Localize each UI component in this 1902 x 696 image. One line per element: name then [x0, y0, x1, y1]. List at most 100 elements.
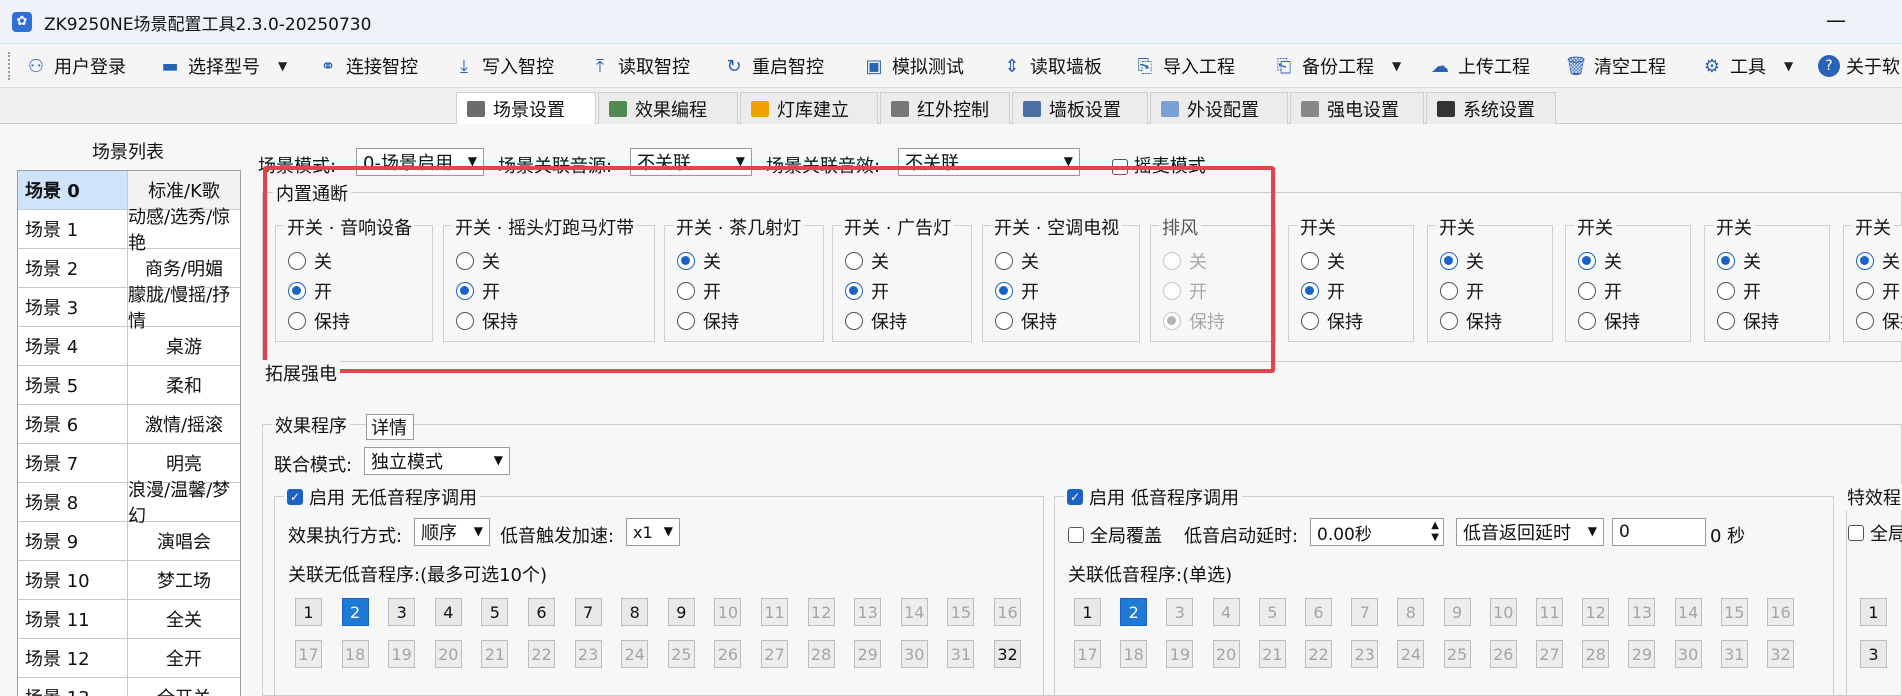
toolbar-upload-button[interactable]: ⤒ 读取智控: [588, 52, 690, 80]
program-button-14[interactable]: 14: [900, 598, 928, 626]
detail-button[interactable]: 详情: [366, 414, 414, 440]
relay-option-hold[interactable]: 保持: [1717, 308, 1779, 334]
special-program-button[interactable]: 1: [1860, 598, 1887, 626]
tab-power[interactable]: 强电设置: [1290, 92, 1424, 124]
relay-option-hold[interactable]: 保持: [1856, 308, 1902, 334]
tab-device[interactable]: 外设配置: [1150, 92, 1288, 124]
tab-lamp[interactable]: 灯库建立: [740, 92, 878, 124]
toolbar-import-button[interactable]: ⎘ 导入工程: [1133, 52, 1235, 80]
relay-option-off[interactable]: 关: [1856, 248, 1900, 274]
toolbar-cloud-upload-button[interactable]: ☁ 上传工程: [1428, 52, 1530, 80]
program-button-7[interactable]: 7: [574, 598, 602, 626]
no-bass-enable-check[interactable]: ✓: [287, 489, 303, 505]
program-button-16[interactable]: 16: [1767, 598, 1794, 626]
tab-scene[interactable]: 场景设置: [456, 92, 596, 125]
program-button-31[interactable]: 31: [1720, 640, 1748, 668]
program-button-32[interactable]: 32: [1767, 640, 1794, 668]
program-button-25[interactable]: 25: [667, 640, 695, 668]
radio-button[interactable]: [1301, 252, 1319, 270]
tab-panel[interactable]: 墙板设置: [1012, 92, 1148, 124]
combine-mode-select[interactable]: 独立模式 ▼: [364, 447, 510, 475]
toolbar-tools-button[interactable]: ⚙ 工具 ▼: [1700, 52, 1793, 80]
scene-row[interactable]: 场景 9 演唱会: [18, 522, 240, 561]
program-button-26[interactable]: 26: [1489, 640, 1517, 668]
program-button-7[interactable]: 7: [1351, 598, 1379, 626]
bass-accel-select[interactable]: x1 ▼: [626, 518, 680, 546]
program-button-26[interactable]: 26: [714, 640, 742, 668]
program-button-5[interactable]: 5: [481, 598, 509, 626]
scene-row[interactable]: 场景 12 全开: [18, 639, 240, 678]
radio-button[interactable]: [1440, 282, 1458, 300]
program-button-20[interactable]: 20: [1212, 640, 1240, 668]
toolbar-link-button[interactable]: ⚭ 连接智控: [316, 52, 418, 80]
program-button-10[interactable]: 10: [1489, 598, 1517, 626]
radio-button[interactable]: [1578, 312, 1596, 330]
toolbar-model-button[interactable]: ▬ 选择型号 ▼: [158, 52, 287, 80]
bass-delay-spinner[interactable]: 0.00秒 ▲ ▼: [1310, 518, 1444, 546]
toolbar-trash-button[interactable]: 🗑 清空工程: [1564, 52, 1666, 80]
relay-option-on[interactable]: 开: [1578, 278, 1622, 304]
radio-button[interactable]: [1301, 282, 1319, 300]
scene-row[interactable]: 场景 6 激情/摇滚: [18, 405, 240, 444]
program-button-28[interactable]: 28: [807, 640, 835, 668]
tab-ir[interactable]: 红外控制: [880, 92, 1010, 124]
global-override-check[interactable]: [1068, 527, 1084, 543]
program-button-1[interactable]: 1: [295, 598, 322, 626]
program-button-1[interactable]: 1: [1074, 598, 1101, 626]
scene-row[interactable]: 场景 10 梦工场: [18, 561, 240, 600]
program-button-9[interactable]: 9: [667, 598, 695, 626]
program-button-31[interactable]: 31: [947, 640, 975, 668]
tab-effect[interactable]: 效果编程: [598, 92, 738, 124]
program-button-4[interactable]: 4: [1212, 598, 1240, 626]
program-button-30[interactable]: 30: [1674, 640, 1702, 668]
program-button-21[interactable]: 21: [481, 640, 509, 668]
program-button-11[interactable]: 11: [761, 598, 788, 626]
radio-button[interactable]: [1717, 282, 1735, 300]
relay-option-off[interactable]: 关: [1717, 248, 1761, 274]
program-button-30[interactable]: 30: [900, 640, 928, 668]
program-button-27[interactable]: 27: [1536, 640, 1563, 668]
program-button-12[interactable]: 12: [807, 598, 835, 626]
scene-row[interactable]: 场景 8 浪漫/温馨/梦幻: [18, 480, 240, 527]
program-button-19[interactable]: 19: [388, 640, 416, 668]
program-button-8[interactable]: 8: [1397, 598, 1425, 626]
relay-option-hold[interactable]: 保持: [1578, 308, 1640, 334]
program-button-15[interactable]: 15: [947, 598, 975, 626]
exec-mode-select[interactable]: 顺序 ▼: [414, 518, 490, 546]
program-button-8[interactable]: 8: [621, 598, 649, 626]
relay-option-off[interactable]: 关: [1301, 248, 1345, 274]
program-button-13[interactable]: 13: [1628, 598, 1656, 626]
spinner-arrows-icon[interactable]: ▲ ▼: [1431, 520, 1439, 544]
scene-row[interactable]: 场景 4 桌游: [18, 327, 240, 366]
program-button-25[interactable]: 25: [1443, 640, 1471, 668]
program-button-6[interactable]: 6: [528, 598, 555, 626]
program-button-4[interactable]: 4: [434, 598, 462, 626]
program-button-3[interactable]: 3: [388, 598, 416, 626]
toolbar-backup-button[interactable]: ⎗ 备份工程 ▼: [1272, 52, 1401, 80]
program-button-15[interactable]: 15: [1720, 598, 1748, 626]
bass-return-input[interactable]: 0: [1612, 518, 1706, 546]
program-button-6[interactable]: 6: [1305, 598, 1332, 626]
chevron-down-icon[interactable]: ▼: [1392, 59, 1401, 73]
program-button-20[interactable]: 20: [434, 640, 462, 668]
tab-system[interactable]: 系统设置: [1426, 92, 1556, 124]
radio-button[interactable]: [1856, 312, 1874, 330]
program-button-3[interactable]: 3: [1166, 598, 1194, 626]
relay-option-off[interactable]: 关: [1440, 248, 1484, 274]
radio-button[interactable]: [1578, 282, 1596, 300]
bass-enable-check[interactable]: ✓: [1067, 489, 1083, 505]
special-program-button[interactable]: 3: [1860, 640, 1887, 668]
radio-button[interactable]: [1440, 252, 1458, 270]
program-button-10[interactable]: 10: [714, 598, 742, 626]
program-button-18[interactable]: 18: [1120, 640, 1148, 668]
relay-option-on[interactable]: 开: [1301, 278, 1345, 304]
program-button-27[interactable]: 27: [761, 640, 788, 668]
toolbar-user-button[interactable]: ⚇ 用户登录: [24, 52, 126, 80]
program-button-18[interactable]: 18: [341, 640, 369, 668]
program-button-16[interactable]: 16: [994, 598, 1021, 626]
program-button-17[interactable]: 17: [1074, 640, 1101, 668]
program-button-11[interactable]: 11: [1536, 598, 1563, 626]
toolbar-test-button[interactable]: ▣ 模拟测试: [862, 52, 964, 80]
special-global-checkbox[interactable]: 全局: [1848, 520, 1902, 546]
program-button-23[interactable]: 23: [1351, 640, 1379, 668]
